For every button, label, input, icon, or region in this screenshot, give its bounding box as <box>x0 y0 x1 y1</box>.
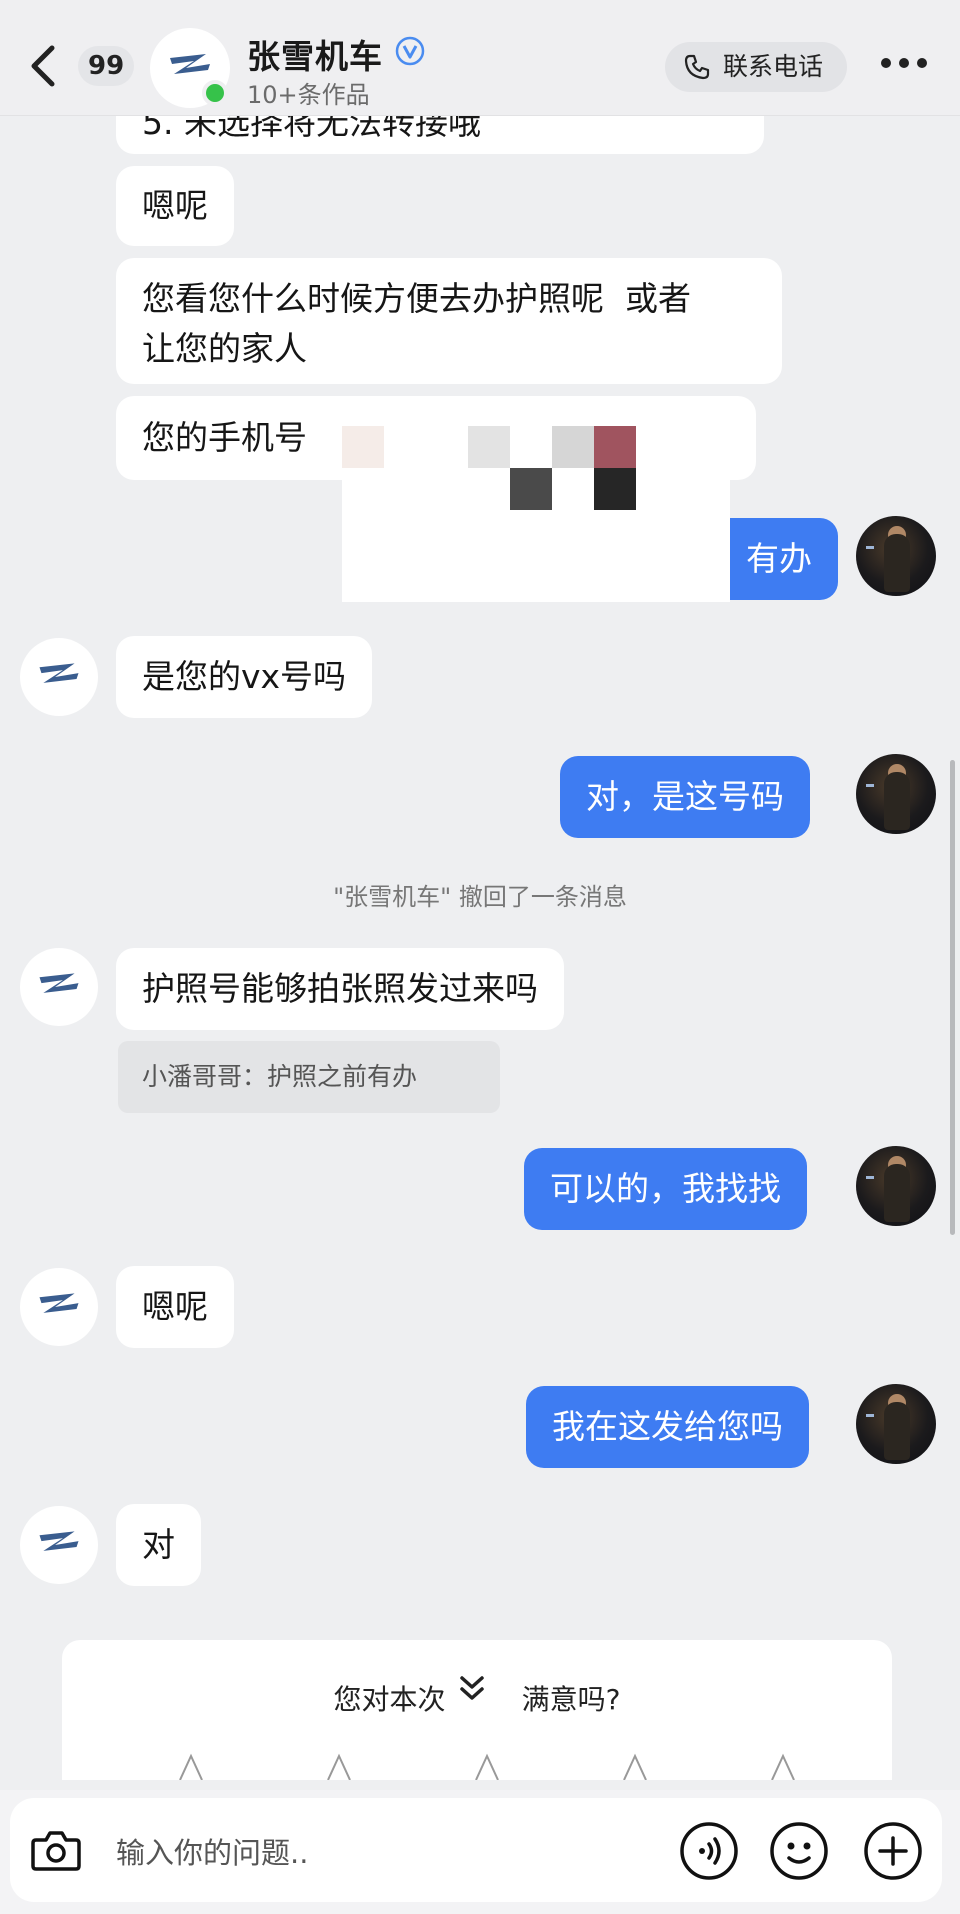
shop-name[interactable]: 张雪机车 <box>247 30 383 78</box>
rating-star-icon[interactable] <box>176 1752 206 1780</box>
rating-star-icon[interactable] <box>768 1752 798 1780</box>
camera-icon[interactable] <box>28 1822 84 1878</box>
shop-avatar[interactable] <box>20 1268 98 1346</box>
rating-star-icon[interactable] <box>472 1752 502 1780</box>
brand-logo-icon <box>39 1531 79 1551</box>
input-placeholder: 输入你的问题.. <box>116 1836 309 1870</box>
quoted-reply[interactable]: 小潘哥哥：护照之前有办 <box>118 1041 500 1113</box>
brand-logo-icon <box>39 663 79 683</box>
shop-avatar[interactable] <box>20 638 98 716</box>
my-avatar[interactable] <box>856 1384 936 1464</box>
rating-star-icon[interactable] <box>620 1752 650 1780</box>
voice-icon[interactable] <box>678 1820 740 1882</box>
contact-phone-label: 联系电话 <box>723 52 824 81</box>
brand-logo-icon <box>39 1293 79 1313</box>
message-bubble[interactable]: 是您的vx号吗 <box>116 636 373 718</box>
works-count[interactable]: 10+条作品 <box>247 75 370 110</box>
shop-avatar[interactable] <box>20 948 98 1026</box>
message-bubble[interactable]: 对 <box>116 1504 201 1586</box>
input-bar: 输入你的问题.. <box>0 1790 960 1914</box>
recall-notice: "张雪机车" 撤回了一条消息 <box>333 883 627 911</box>
rating-star-icon[interactable] <box>324 1752 354 1780</box>
shop-avatar[interactable] <box>20 1506 98 1584</box>
message-bubble[interactable]: 护照号能够拍张照发过来吗 <box>116 948 564 1030</box>
my-message-bubble[interactable]: 对，是这号码 <box>560 756 810 838</box>
message-bubble[interactable]: 嗯呢 <box>116 1266 234 1348</box>
emoji-icon[interactable] <box>768 1820 830 1882</box>
message-bubble[interactable]: 您看您什么时候方便去办护照呢 或者 让您的家人 <box>116 258 782 384</box>
chevron-double-down-icon[interactable] <box>454 1670 490 1706</box>
my-message-bubble[interactable]: 可以的，我找找 <box>524 1148 807 1230</box>
my-avatar[interactable] <box>856 1146 936 1226</box>
my-message-bubble[interactable]: 我在这发给您吗 <box>526 1386 809 1468</box>
brand-logo-icon <box>39 973 79 993</box>
chat-header: 99 张雪机车 10+条作品 联系电话 <box>0 0 960 116</box>
back-arrow-icon[interactable] <box>26 42 62 90</box>
plus-icon[interactable] <box>862 1820 924 1882</box>
message-bubble[interactable]: 嗯呢 <box>116 166 234 246</box>
verified-v-icon <box>395 36 425 66</box>
more-dots-icon[interactable] <box>880 56 928 70</box>
scrollbar[interactable] <box>950 760 955 1235</box>
unread-count-badge[interactable]: 99 <box>78 46 135 86</box>
my-avatar[interactable] <box>856 516 936 596</box>
my-avatar[interactable] <box>856 754 936 834</box>
contact-phone-button[interactable]: 联系电话 <box>665 42 847 92</box>
phone-icon <box>684 54 710 80</box>
online-status-dot <box>202 80 228 106</box>
satisfaction-survey: 您对本次 满意吗? <box>62 1640 892 1780</box>
message-input[interactable]: 输入你的问题.. <box>10 1798 942 1902</box>
